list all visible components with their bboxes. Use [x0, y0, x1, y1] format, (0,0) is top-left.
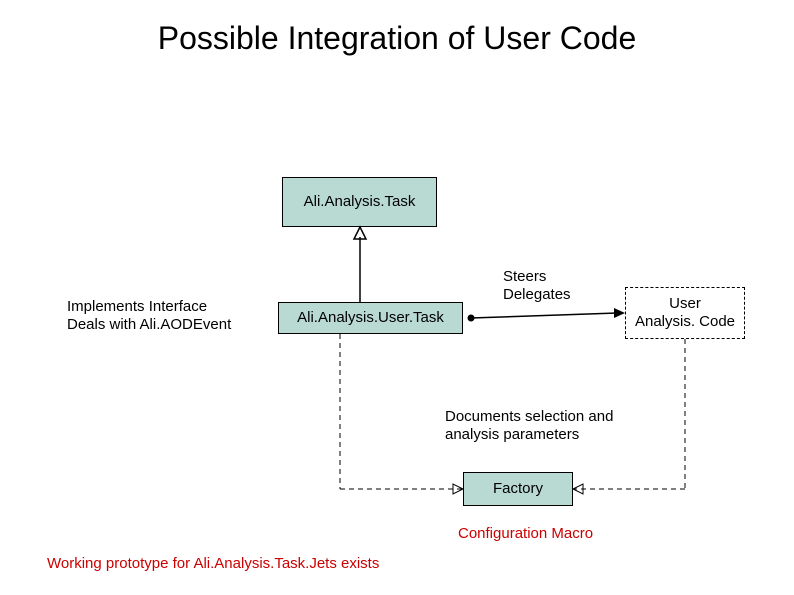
box-factory: Factory [463, 472, 573, 506]
box-analysis-task: Ali.Analysis.Task [282, 177, 437, 227]
box-analysis-task-label: Ali.Analysis.Task [304, 193, 416, 211]
box-factory-label: Factory [493, 480, 543, 498]
annot-documents: Documents selection and analysis paramet… [445, 408, 613, 444]
box-user-code-label: User Analysis. Code [635, 295, 735, 331]
annot-prototype: Working prototype for Ali.Analysis.Task.… [47, 555, 379, 573]
annot-steers: Steers Delegates [503, 268, 571, 304]
box-analysis-user-task: Ali.Analysis.User.Task [278, 302, 463, 334]
slide-title: Possible Integration of User Code [0, 20, 794, 57]
annot-implements: Implements Interface Deals with Ali.AODE… [67, 298, 231, 334]
box-user-code: User Analysis. Code [625, 287, 745, 339]
box-analysis-user-task-label: Ali.Analysis.User.Task [297, 309, 444, 327]
annot-config-macro: Configuration Macro [458, 525, 593, 543]
